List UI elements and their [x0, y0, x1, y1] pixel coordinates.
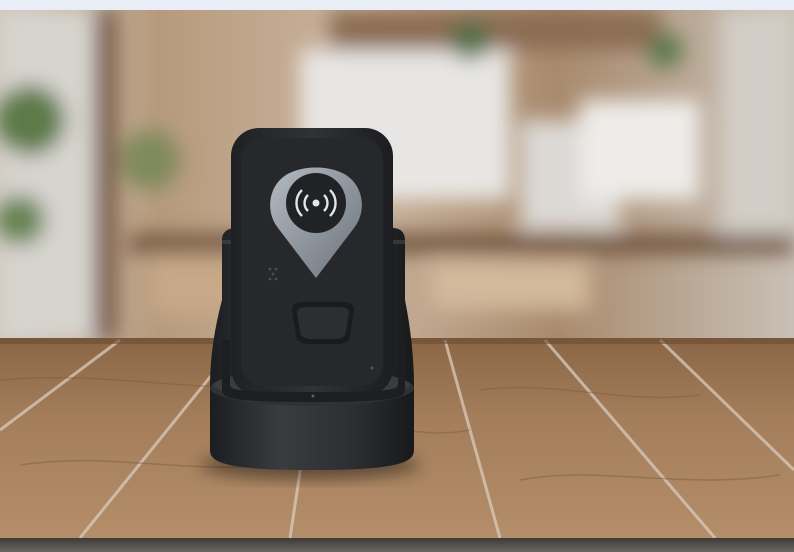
dock-led-icon	[311, 394, 315, 398]
rfid-reader-device	[231, 128, 393, 396]
photo-frame	[0, 10, 794, 538]
product-photo	[0, 10, 794, 538]
bottom-edge-strip	[0, 538, 794, 552]
scan-button	[292, 302, 354, 344]
indicator-dot	[370, 366, 374, 370]
